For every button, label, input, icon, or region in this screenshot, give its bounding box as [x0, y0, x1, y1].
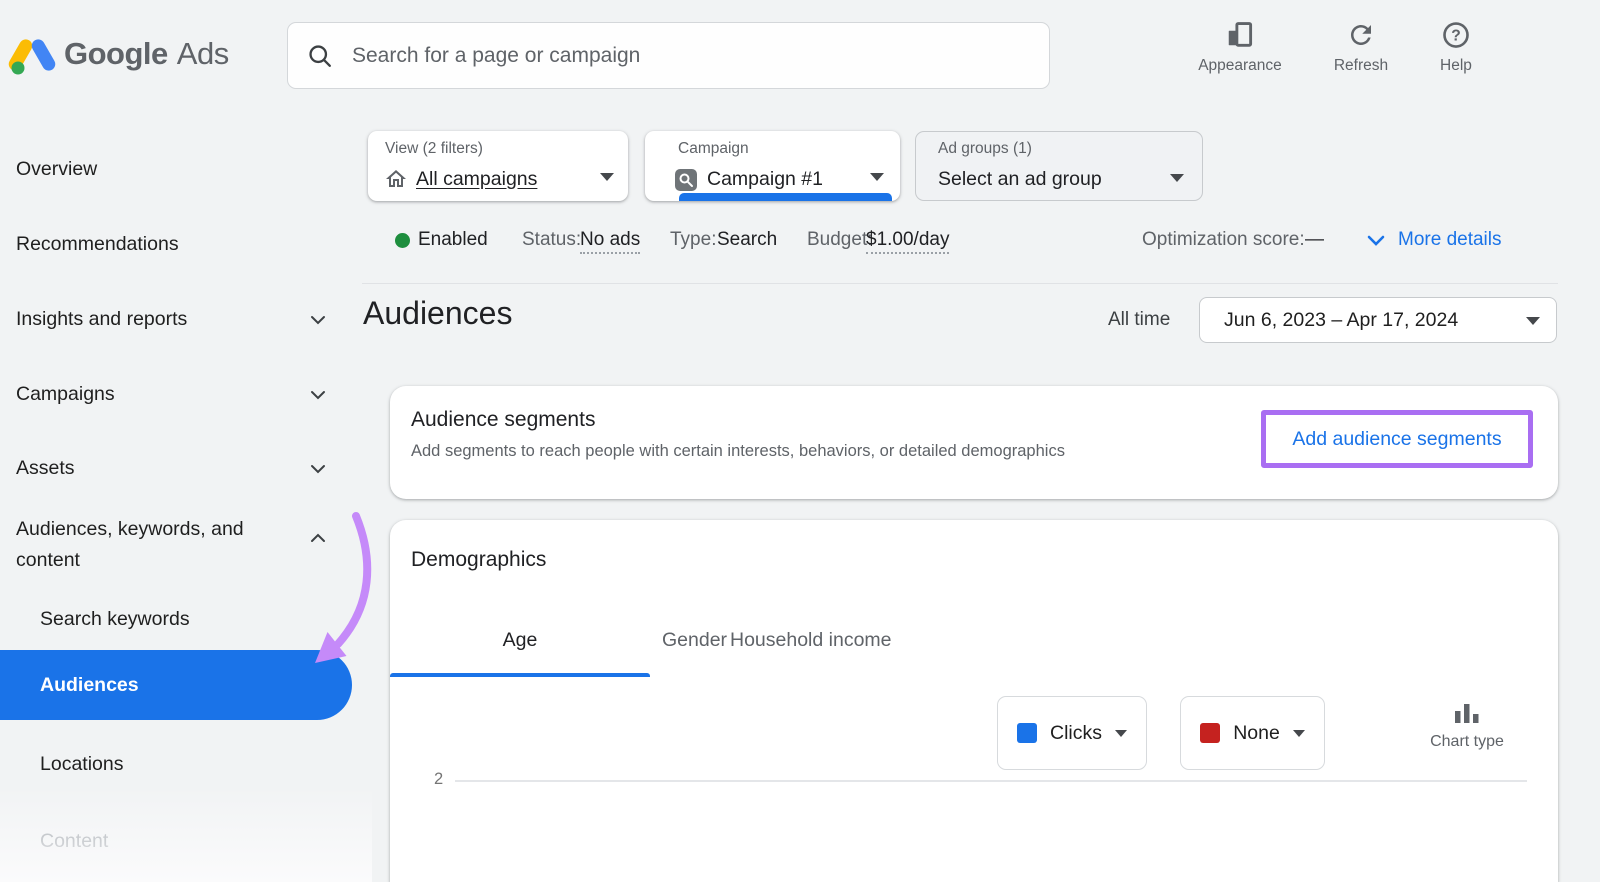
- dropdown-caret-icon: [1292, 729, 1305, 737]
- page-title: Audiences: [363, 295, 513, 331]
- dropdown-caret-icon: [1526, 317, 1540, 325]
- bar-chart-icon: [1455, 704, 1479, 723]
- tab-age[interactable]: Age: [390, 629, 650, 652]
- date-preset-label: All time: [1108, 309, 1171, 330]
- optimization-score-label: Optimization score:: [1142, 229, 1305, 250]
- refresh-button[interactable]: Refresh: [1324, 20, 1398, 75]
- header-divider: [362, 283, 1558, 284]
- global-search[interactable]: [287, 22, 1050, 89]
- status-label: Status:: [522, 229, 582, 250]
- sidebar-item-overview[interactable]: Overview: [16, 158, 97, 181]
- enabled-status-dot: [395, 233, 410, 248]
- adgroup-filter-value: Select an ad group: [938, 168, 1102, 190]
- metric-swatch: [1017, 723, 1037, 743]
- help-button[interactable]: ? Help: [1428, 20, 1484, 75]
- sidebar-item-content[interactable]: Content: [40, 830, 108, 853]
- adgroup-filter-chip[interactable]: Ad groups (1) Select an ad group: [915, 131, 1203, 201]
- help-icon: ?: [1443, 22, 1469, 48]
- chevron-down-icon: [311, 316, 325, 325]
- sidebar-item-assets[interactable]: Assets: [16, 457, 75, 480]
- annotation-highlight-box: Add audience segments: [1261, 410, 1533, 468]
- optimization-score-value: —: [1305, 229, 1324, 250]
- sidebar-item-campaigns[interactable]: Campaigns: [16, 383, 115, 406]
- search-icon: [309, 44, 331, 67]
- campaign-filter-label: Campaign: [678, 140, 749, 157]
- compare-swatch: [1200, 723, 1221, 743]
- app-title: Google Ads: [64, 36, 229, 72]
- google-ads-app: GoogleAds Appearance Refresh ? Help Over…: [0, 0, 1600, 882]
- demographics-card: Demographics Age Gender Household income…: [390, 520, 1558, 882]
- add-audience-segments-button[interactable]: Add audience segments: [1292, 428, 1501, 451]
- chevron-down-icon: [311, 465, 325, 474]
- campaign-active-indicator: [679, 193, 892, 201]
- dropdown-caret-icon: [600, 173, 614, 181]
- sidebar-item-recommendations[interactable]: Recommendations: [16, 233, 179, 256]
- compare-selector-value: None: [1233, 721, 1280, 744]
- chevron-up-icon: [311, 533, 325, 542]
- chart-type-label: Chart type: [1430, 733, 1504, 750]
- active-tab-underline: [390, 673, 650, 677]
- svg-text:?: ?: [1451, 28, 1461, 45]
- chevron-down-icon: [311, 391, 325, 400]
- view-filter-value: All campaigns: [416, 168, 538, 190]
- more-details-chevron-icon: [1367, 235, 1385, 246]
- refresh-label: Refresh: [1333, 57, 1389, 74]
- appearance-label: Appearance: [1198, 57, 1282, 74]
- date-range-value: Jun 6, 2023 – Apr 17, 2024: [1224, 309, 1459, 331]
- view-filter-chip[interactable]: View (2 filters) All campaigns: [368, 131, 628, 201]
- dropdown-caret-icon: [870, 173, 884, 181]
- audience-segments-card: Audience segments Add segments to reach …: [390, 386, 1558, 499]
- google-ads-logo-icon: [8, 39, 56, 75]
- type-label: Type:: [670, 229, 717, 250]
- budget-label: Budget:: [807, 229, 873, 250]
- metric-selector[interactable]: Clicks: [997, 696, 1147, 770]
- budget-value[interactable]: $1.00/day: [866, 229, 950, 254]
- appearance-icon: [1228, 22, 1253, 47]
- appearance-button[interactable]: Appearance: [1188, 20, 1292, 75]
- tab-household-income[interactable]: Household income: [730, 629, 892, 652]
- sidebar-item-audiences-keywords-content[interactable]: Audiences, keywords, and content: [16, 514, 294, 576]
- view-filter-label: View (2 filters): [385, 140, 483, 157]
- audience-segments-title: Audience segments: [411, 408, 596, 431]
- campaign-filter-value: Campaign #1: [707, 168, 823, 190]
- date-range-picker[interactable]: Jun 6, 2023 – Apr 17, 2024: [1199, 297, 1557, 343]
- chart-gridline: [455, 780, 1527, 782]
- more-details-link[interactable]: More details: [1398, 229, 1502, 251]
- adgroup-filter-label: Ad groups (1): [938, 140, 1032, 157]
- y-axis-tick: 2: [434, 770, 444, 788]
- help-label: Help: [1440, 57, 1472, 74]
- status-value[interactable]: No ads: [580, 229, 641, 254]
- sidebar-item-audiences-active[interactable]: Audiences: [0, 650, 352, 720]
- campaign-filter-chip[interactable]: Campaign Campaign #1: [645, 131, 900, 201]
- chart-type-button[interactable]: Chart type: [1412, 700, 1522, 751]
- sidebar-item-audiences-label: Audiences: [40, 674, 139, 696]
- metric-selector-value: Clicks: [1050, 721, 1102, 744]
- compare-selector[interactable]: None: [1180, 696, 1325, 770]
- dropdown-caret-icon: [1170, 174, 1184, 182]
- campaign-icon: [675, 169, 697, 191]
- search-input[interactable]: [352, 43, 1002, 68]
- refresh-icon: [1351, 25, 1371, 45]
- home-icon: [386, 170, 406, 187]
- sidebar-item-locations[interactable]: Locations: [40, 753, 123, 776]
- dropdown-caret-icon: [1115, 729, 1127, 737]
- brand-word-google: Google: [64, 36, 168, 71]
- sidebar-item-search-keywords[interactable]: Search keywords: [40, 608, 190, 631]
- audience-segments-subtitle: Add segments to reach people with certai…: [411, 442, 1065, 460]
- tab-gender[interactable]: Gender: [662, 629, 727, 652]
- type-value: Search: [717, 229, 778, 250]
- brand-word-ads: Ads: [176, 36, 229, 71]
- demographics-title: Demographics: [411, 548, 547, 571]
- enabled-status: Enabled: [418, 229, 488, 250]
- sidebar-item-insights-and-reports[interactable]: Insights and reports: [16, 308, 187, 331]
